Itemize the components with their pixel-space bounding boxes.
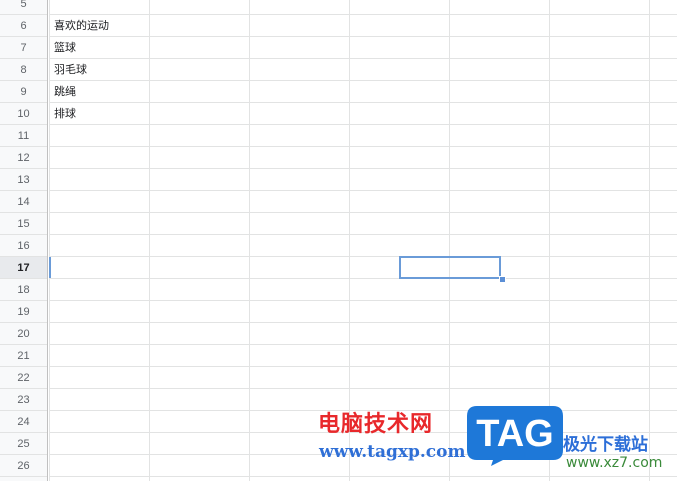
- row-number[interactable]: 15: [0, 213, 47, 235]
- cell-a[interactable]: [49, 191, 149, 213]
- active-row-indicator: [49, 257, 51, 278]
- row-number[interactable]: 22: [0, 367, 47, 389]
- cell-a[interactable]: [49, 213, 149, 235]
- row-number[interactable]: 14: [0, 191, 47, 213]
- cell-a[interactable]: [49, 323, 149, 345]
- watermark-url: www.tagxp.com: [319, 442, 466, 462]
- cell-a[interactable]: [49, 147, 149, 169]
- cell-a[interactable]: [49, 257, 149, 279]
- row-number[interactable]: 23: [0, 389, 47, 411]
- column-gridline: [49, 0, 50, 481]
- row-number[interactable]: 19: [0, 301, 47, 323]
- row-number[interactable]: 26: [0, 455, 47, 477]
- tag-logo-icon: TAG: [467, 406, 563, 466]
- row-number[interactable]: 11: [0, 125, 47, 147]
- row-number[interactable]: 13: [0, 169, 47, 191]
- watermark-right-title: 极光下载站: [563, 435, 648, 455]
- row-number[interactable]: 9: [0, 81, 47, 103]
- active-cell-selection[interactable]: [399, 256, 501, 279]
- fill-handle[interactable]: [499, 276, 506, 283]
- row-number[interactable]: 8: [0, 59, 47, 81]
- cell-a[interactable]: [49, 455, 149, 477]
- row-number[interactable]: 6: [0, 15, 47, 37]
- watermark-title: 电脑技术网: [318, 412, 434, 437]
- row-number[interactable]: 16: [0, 235, 47, 257]
- row-header-column: 5 6 7 8 9 10 11 12 13 14 15 16 17 18 19 20 21 22 23 24 25 26: [0, 0, 48, 481]
- row-number[interactable]: 18: [0, 279, 47, 301]
- cell-a[interactable]: 跳绳: [49, 81, 149, 103]
- row-number[interactable]: 24: [0, 411, 47, 433]
- cell-a[interactable]: [49, 235, 149, 257]
- cell-a[interactable]: [49, 125, 149, 147]
- cell-a[interactable]: [49, 169, 149, 191]
- row-number[interactable]: 7: [0, 37, 47, 59]
- logo-text: TAG: [476, 413, 553, 455]
- cell-a[interactable]: 喜欢的运动: [49, 15, 149, 37]
- cell-a[interactable]: 羽毛球: [49, 59, 149, 81]
- cell-a[interactable]: 篮球: [49, 37, 149, 59]
- watermark-right-url: www.xz7.com: [566, 455, 663, 471]
- column-gridline: [149, 0, 150, 481]
- row-number[interactable]: 20: [0, 323, 47, 345]
- row-number[interactable]: 21: [0, 345, 47, 367]
- row-number[interactable]: 10: [0, 103, 47, 125]
- cell-a[interactable]: [49, 411, 149, 433]
- cell-a[interactable]: 排球: [49, 103, 149, 125]
- cell-a[interactable]: [49, 0, 149, 15]
- cell-a[interactable]: [49, 389, 149, 411]
- column-gridline: [249, 0, 250, 481]
- cell-a[interactable]: [49, 433, 149, 455]
- cell-a[interactable]: [49, 345, 149, 367]
- row-number[interactable]: 12: [0, 147, 47, 169]
- row-number[interactable]: 5: [0, 0, 47, 15]
- cell-a[interactable]: [49, 279, 149, 301]
- cell-a[interactable]: [49, 367, 149, 389]
- watermark: 电脑技术网 www.tagxp.com TAG 极光下载站 www.xz7.co…: [318, 402, 677, 481]
- cell-a[interactable]: [49, 301, 149, 323]
- spreadsheet: 5 6 7 8 9 10 11 12 13 14 15 16 17 18 19 20 21 22 23 24 25 26 …: [0, 0, 677, 481]
- row-number[interactable]: 17: [0, 257, 47, 279]
- row-number[interactable]: 25: [0, 433, 47, 455]
